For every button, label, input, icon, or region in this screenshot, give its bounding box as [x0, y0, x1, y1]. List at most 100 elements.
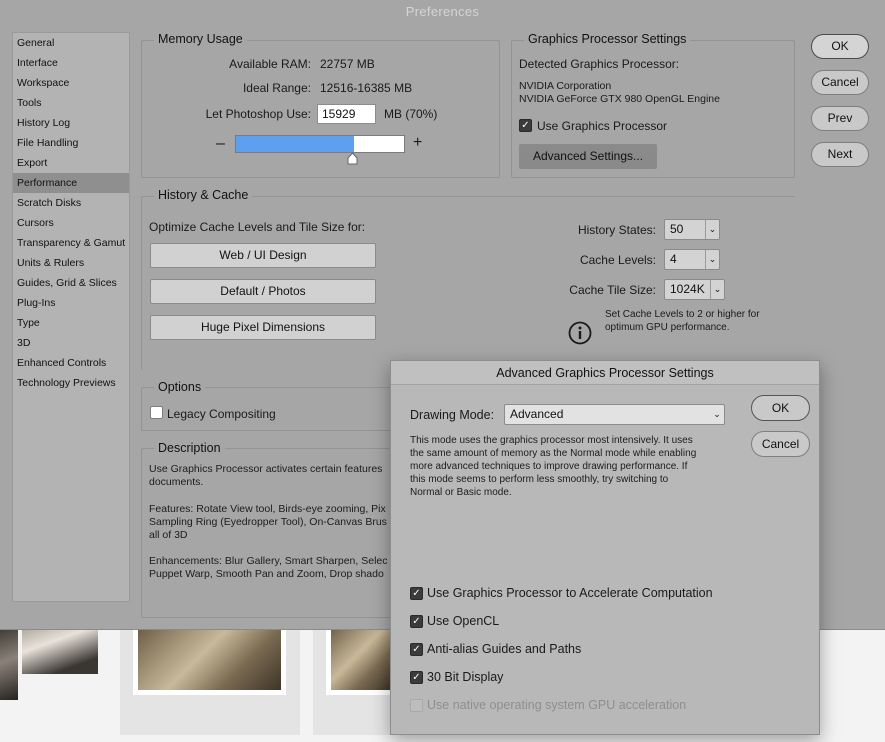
memory-decrease-button[interactable]: – — [216, 135, 225, 153]
sidebar-item-history-log[interactable]: History Log — [13, 113, 129, 133]
memory-amount-suffix: MB (70%) — [384, 107, 438, 121]
next-button[interactable]: Next — [811, 142, 869, 167]
cache-tile-size-label: Cache Tile Size: — [569, 283, 656, 297]
advanced-option-label: Use OpenCL — [427, 614, 500, 628]
ideal-range-value: 12516-16385 MB — [320, 81, 413, 95]
drawing-mode-description-line: the same amount of memory as the Normal … — [410, 448, 697, 459]
description-text-line: Sampling Ring (Eyedropper Tool), On-Canv… — [149, 516, 387, 528]
advanced-dialog-title: Advanced Graphics Processor Settings — [391, 361, 819, 385]
history-states-select[interactable]: 50 ⌄ — [664, 219, 720, 240]
drawing-mode-description-line: this mode seems to perform less smoothly… — [410, 474, 669, 485]
ideal-range-label: Ideal Range: — [242, 81, 311, 95]
preset-web-ui-design-button[interactable]: Web / UI Design — [150, 243, 376, 268]
legacy-compositing-checkbox[interactable] — [150, 406, 163, 419]
sidebar-item-scratch-disks[interactable]: Scratch Disks — [13, 193, 129, 213]
memory-increase-button[interactable]: + — [413, 134, 422, 152]
drawing-mode-label: Drawing Mode: — [410, 408, 495, 422]
drawing-mode-description-line: This mode uses the graphics processor mo… — [410, 435, 693, 446]
cancel-button[interactable]: Cancel — [811, 70, 869, 95]
sidebar-item-technology-previews[interactable]: Technology Previews — [13, 373, 129, 393]
preferences-sidebar: General Interface Workspace Tools History Lo… — [12, 32, 130, 602]
sidebar-item-3d[interactable]: 3D — [13, 333, 129, 353]
background-photo-thumbnail — [326, 620, 396, 695]
preset-huge-pixel-button[interactable]: Huge Pixel Dimensions — [150, 315, 376, 340]
chevron-down-icon: ⌄ — [705, 220, 719, 239]
advanced-option-checkbox[interactable]: ✓ — [410, 587, 423, 600]
chevron-down-icon: ⌄ — [710, 280, 724, 299]
cache-levels-label: Cache Levels: — [579, 253, 656, 267]
description-text-line: Enhancements: Blur Gallery, Smart Sharpe… — [149, 555, 388, 567]
use-gpu-label: Use Graphics Processor — [537, 119, 668, 133]
cache-info-line-2: optimum GPU performance. — [605, 322, 730, 333]
drawing-mode-description-line: Normal or Basic mode. — [410, 487, 512, 498]
history-states-label: History States: — [577, 223, 656, 237]
description-paragraph-3: Enhancements: Blur Gallery, Smart Sharpe… — [149, 555, 388, 581]
memory-slider[interactable] — [235, 135, 405, 153]
drawing-mode-value: Advanced — [510, 407, 564, 421]
sidebar-item-guides-grid-slices[interactable]: Guides, Grid & Slices — [13, 273, 129, 293]
advanced-option-checkbox[interactable]: ✓ — [410, 615, 423, 628]
chevron-down-icon: ⌄ — [705, 250, 719, 269]
chevron-down-icon: ⌄ — [713, 409, 721, 419]
available-ram-label: Available RAM: — [229, 57, 311, 71]
sidebar-item-workspace[interactable]: Workspace — [13, 73, 129, 93]
gpu-model: NVIDIA GeForce GTX 980 OpenGL Engine — [519, 93, 720, 105]
preset-default-photos-button[interactable]: Default / Photos — [150, 279, 376, 304]
legacy-compositing-label: Legacy Compositing — [167, 407, 276, 421]
memory-slider-thumb[interactable] — [346, 152, 359, 165]
ok-button[interactable]: OK — [811, 34, 869, 59]
advanced-ok-button[interactable]: OK — [751, 395, 810, 421]
advanced-gpu-dialog: Advanced Graphics Processor Settings Dra… — [390, 360, 820, 735]
background-photo-thumbnail — [0, 620, 18, 700]
drawing-mode-select[interactable]: Advanced ⌄ — [504, 404, 725, 425]
cache-levels-select[interactable]: 4 ⌄ — [664, 249, 720, 270]
advanced-option-checkbox — [410, 699, 423, 712]
use-gpu-checkbox[interactable]: ✓ — [519, 119, 532, 132]
available-ram-value: 22757 MB — [320, 57, 375, 71]
sidebar-item-enhanced-controls[interactable]: Enhanced Controls — [13, 353, 129, 373]
description-paragraph-2: Features: Rotate View tool, Birds-eye zo… — [149, 503, 387, 542]
cache-tile-size-select[interactable]: 1024K ⌄ — [664, 279, 725, 300]
history-cache-title: History & Cache — [154, 188, 253, 202]
graphics-processor-title: Graphics Processor Settings — [524, 32, 691, 46]
sidebar-item-transparency-gamut[interactable]: Transparency & Gamut — [13, 233, 129, 253]
sidebar-item-plug-ins[interactable]: Plug-Ins — [13, 293, 129, 313]
memory-slider-fill — [236, 136, 354, 152]
advanced-option-checkbox[interactable]: ✓ — [410, 643, 423, 656]
description-text-line: Puppet Warp, Smooth Pan and Zoom, Drop s… — [149, 568, 384, 580]
memory-usage-title: Memory Usage — [154, 32, 247, 46]
description-title: Description — [154, 441, 225, 455]
description-text-line: documents. — [149, 476, 204, 488]
sidebar-item-performance[interactable]: Performance — [13, 173, 129, 193]
advanced-cancel-button[interactable]: Cancel — [751, 431, 810, 457]
sidebar-item-export[interactable]: Export — [13, 153, 129, 173]
history-states-value: 50 — [670, 222, 684, 236]
advanced-option-label: Use native operating system GPU accelera… — [427, 698, 687, 712]
advanced-option-label: 30 Bit Display — [427, 670, 504, 684]
gpu-vendor: NVIDIA Corporation — [519, 80, 612, 92]
description-text-line: Use Graphics Processor activates certain… — [149, 463, 383, 475]
sidebar-item-type[interactable]: Type — [13, 313, 129, 333]
options-title: Options — [154, 380, 206, 394]
background-photo-thumbnail — [133, 620, 286, 695]
window-title: Preferences — [405, 4, 480, 19]
sidebar-item-tools[interactable]: Tools — [13, 93, 129, 113]
advanced-settings-button[interactable]: Advanced Settings... — [519, 144, 657, 169]
optimize-cache-label: Optimize Cache Levels and Tile Size for: — [149, 220, 366, 234]
memory-amount-input[interactable]: 15929 — [317, 104, 376, 124]
let-photoshop-use-label: Let Photoshop Use: — [205, 107, 311, 121]
description-paragraph-1: Use Graphics Processor activates certain… — [149, 463, 382, 489]
advanced-option-checkbox[interactable]: ✓ — [410, 671, 423, 684]
sidebar-item-file-handling[interactable]: File Handling — [13, 133, 129, 153]
sidebar-item-general[interactable]: General — [13, 33, 129, 53]
sidebar-item-units-rulers[interactable]: Units & Rulers — [13, 253, 129, 273]
advanced-option-label: Use Graphics Processor to Accelerate Com… — [427, 586, 713, 600]
detected-gpu-label: Detected Graphics Processor: — [519, 57, 680, 71]
cache-levels-value: 4 — [670, 252, 677, 266]
prev-button[interactable]: Prev — [811, 106, 869, 131]
sidebar-item-interface[interactable]: Interface — [13, 53, 129, 73]
drawing-mode-description-line: more advanced techniques to improve draw… — [410, 461, 688, 472]
sidebar-item-cursors[interactable]: Cursors — [13, 213, 129, 233]
cache-tile-size-value: 1024K — [670, 282, 705, 296]
description-text-line: Features: Rotate View tool, Birds-eye zo… — [149, 503, 386, 515]
